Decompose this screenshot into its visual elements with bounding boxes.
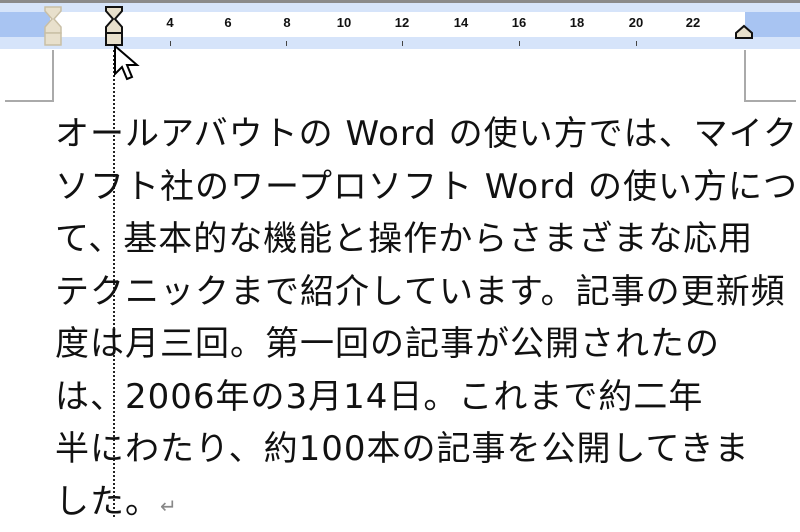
text-line: 度は月三回。第一回の記事が公開されたの bbox=[55, 324, 720, 364]
right-indent-marker-icon[interactable] bbox=[734, 24, 754, 40]
document-body[interactable]: オールアバウトの Word の使い方では、マイクロ ソフト社のワープロソフト W… bbox=[55, 108, 800, 528]
ruler-label: 6 bbox=[224, 15, 232, 30]
ruler-label: 18 bbox=[569, 15, 585, 30]
ruler-tick bbox=[519, 41, 520, 46]
mouse-pointer-icon bbox=[114, 44, 140, 81]
text-line: オールアバウトの Word の使い方では、マイクロ bbox=[55, 114, 800, 154]
text-line-last: した。↵ bbox=[55, 476, 800, 529]
ruler-label: 22 bbox=[685, 15, 701, 30]
ruler-tick bbox=[170, 41, 171, 46]
text-line: した。 bbox=[55, 481, 160, 522]
ruler-label: 8 bbox=[283, 15, 291, 30]
text-line: は、2006年の3月14日。これまで約二年 bbox=[55, 376, 704, 417]
ruler-label: 20 bbox=[628, 15, 644, 30]
paragraph-mark-icon: ↵ bbox=[160, 493, 178, 518]
ruler-tick bbox=[286, 41, 287, 46]
left-margin-corner bbox=[5, 50, 54, 102]
text-line: 半にわたり、約100本の記事を公開してきま bbox=[55, 429, 750, 469]
ruler-label: 16 bbox=[511, 15, 527, 30]
ruler-label: 12 bbox=[394, 15, 410, 30]
first-line-indent-marker-icon[interactable] bbox=[104, 5, 124, 47]
right-margin-corner bbox=[744, 50, 796, 102]
left-indent-marker-icon[interactable] bbox=[43, 5, 63, 47]
ruler-label: 4 bbox=[166, 15, 174, 30]
text-line: ソフト社のワープロソフト Word の使い方につい bbox=[55, 166, 800, 207]
ruler-tick bbox=[636, 41, 637, 46]
ruler-tick bbox=[402, 41, 403, 46]
ruler-label: 14 bbox=[453, 15, 469, 30]
text-line: て、基本的な機能と操作からさまざまな応用 bbox=[55, 219, 754, 259]
ruler-label: 10 bbox=[336, 15, 352, 30]
text-line: テクニックまで紹介しています。記事の更新頻 bbox=[55, 271, 786, 312]
